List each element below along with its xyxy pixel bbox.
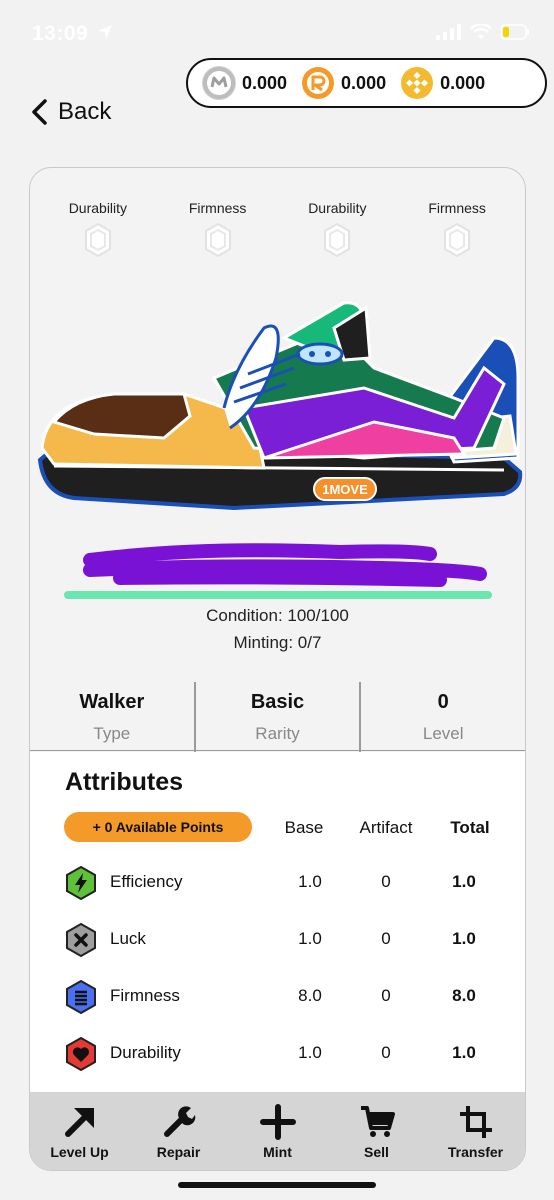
wallet-item-bnb[interactable]: 0.000 — [400, 66, 485, 100]
gem-sockets: Durability Firmness Durability Firmness — [30, 200, 525, 258]
socket-label: Durability — [308, 200, 367, 216]
sneaker-image: 1MOVE — [37, 301, 523, 511]
x-icon — [66, 923, 96, 957]
wallet-item-r[interactable]: 0.000 — [301, 66, 386, 100]
socket-label: Durability — [68, 200, 128, 216]
attribute-total: 1.0 — [452, 872, 476, 891]
redacted-name-scribble — [83, 543, 487, 587]
crop-icon — [459, 1106, 492, 1138]
gem-socket-icon — [444, 222, 471, 258]
attribute-artifact: 0 — [381, 986, 391, 1005]
socket-firmness-1[interactable]: Firmness — [163, 200, 273, 258]
condition-bar — [64, 591, 492, 599]
stat-label: Rarity — [255, 723, 300, 743]
wallet-item-move[interactable]: 0.000 — [202, 66, 287, 100]
attribute-artifact: 0 — [381, 929, 391, 948]
transfer-button[interactable]: Transfer — [426, 1092, 525, 1170]
status-time: 13:09 — [32, 22, 89, 45]
gem-socket-icon — [324, 222, 351, 258]
socket-label: Firmness — [188, 200, 247, 216]
stats-row: Walker Type Basic Rarity 0 Level — [30, 682, 525, 752]
chevron-left-icon — [32, 99, 47, 125]
r-token-icon — [301, 66, 335, 100]
attribute-name: Durability — [110, 1043, 181, 1062]
divider — [30, 750, 525, 751]
wrench-icon — [163, 1106, 195, 1137]
wallet-value-r: 0.000 — [341, 72, 387, 93]
lightning-icon — [66, 866, 96, 900]
wifi-icon — [470, 24, 492, 39]
stat-label: Type — [93, 723, 131, 743]
level-up-button[interactable]: Level Up — [30, 1092, 129, 1170]
stat-value: Walker — [79, 690, 145, 713]
action-label: Repair — [156, 1144, 201, 1160]
action-label: Sell — [364, 1144, 389, 1160]
socket-durability-1[interactable]: Durability — [43, 200, 153, 258]
wallet-balances: 0.000 0.000 0.000 — [186, 58, 547, 108]
socket-durability-2[interactable]: Durability — [282, 200, 392, 258]
column-total: Total — [450, 818, 490, 837]
stat-level: 0 Level — [361, 682, 525, 752]
action-bar: Level Up Repair Mint Sell Transfer — [30, 1092, 525, 1170]
column-base: Base — [284, 818, 324, 837]
attribute-total: 1.0 — [452, 1043, 476, 1062]
back-label: Back — [58, 98, 112, 125]
attribute-name: Luck — [110, 929, 146, 948]
move-token-icon — [202, 66, 236, 100]
sneaker-card: Durability Firmness Durability Firmness — [29, 167, 526, 1171]
attribute-row-firmness: Firmness 8.0 0 8.0 — [30, 976, 525, 1016]
available-points-button[interactable]: + 0 Available Points — [64, 812, 252, 842]
gem-socket-icon — [204, 222, 231, 258]
location-arrow-icon — [98, 25, 112, 39]
brand-badge: 1MOVE — [322, 482, 368, 497]
attribute-total: 1.0 — [452, 929, 476, 948]
gem-socket-icon — [84, 222, 111, 258]
attribute-row-efficiency: Efficiency 1.0 0 1.0 — [30, 862, 525, 902]
sell-button[interactable]: Sell — [327, 1092, 426, 1170]
plus-icon — [259, 1104, 296, 1140]
stat-value: 0 — [437, 690, 449, 713]
minting-text: Minting: 0/7 — [233, 633, 322, 652]
signal-icon — [436, 24, 461, 40]
heart-icon — [66, 1037, 96, 1071]
attribute-row-luck: Luck 1.0 0 1.0 — [30, 919, 525, 959]
wallet-value-move: 0.000 — [242, 72, 288, 93]
bnb-token-icon — [400, 66, 434, 100]
column-artifact: Artifact — [359, 818, 413, 837]
status-bar: 13:09 — [0, 0, 554, 60]
stat-value: Basic — [250, 690, 305, 713]
arrow-up-right-icon — [64, 1108, 94, 1137]
action-label: Transfer — [447, 1144, 504, 1160]
socket-label: Firmness — [428, 200, 486, 216]
stat-rarity: Basic Rarity — [196, 682, 362, 752]
attribute-total: 8.0 — [452, 986, 476, 1005]
stat-label: Level — [422, 723, 464, 743]
attribute-base: 1.0 — [298, 872, 322, 891]
attributes-panel: Attributes + 0 Available Points Base Art… — [30, 752, 525, 1092]
condition-text: Condition: 100/100 — [206, 606, 349, 625]
home-indicator[interactable] — [178, 1182, 376, 1188]
attribute-base: 8.0 — [298, 986, 322, 1005]
mint-button[interactable]: Mint — [228, 1092, 327, 1170]
back-button[interactable]: Back — [30, 98, 111, 126]
attributes-title: Attributes — [65, 768, 184, 796]
attribute-artifact: 0 — [381, 1043, 391, 1062]
socket-firmness-2[interactable]: Firmness — [402, 200, 512, 258]
list-icon — [66, 980, 96, 1014]
attribute-name: Efficiency — [110, 872, 183, 891]
attribute-base: 1.0 — [298, 929, 322, 948]
attribute-row-durability: Durability 1.0 0 1.0 — [30, 1033, 525, 1073]
attribute-artifact: 0 — [381, 872, 391, 891]
wallet-value-bnb: 0.000 — [440, 72, 486, 93]
cart-icon — [360, 1106, 395, 1137]
status-icons — [436, 24, 530, 40]
stat-type: Walker Type — [30, 682, 196, 752]
repair-button[interactable]: Repair — [129, 1092, 228, 1170]
attribute-name: Firmness — [110, 986, 180, 1005]
action-label: Level Up — [50, 1144, 109, 1160]
battery-icon — [500, 24, 529, 40]
action-label: Mint — [263, 1144, 292, 1160]
attribute-base: 1.0 — [298, 1043, 322, 1062]
